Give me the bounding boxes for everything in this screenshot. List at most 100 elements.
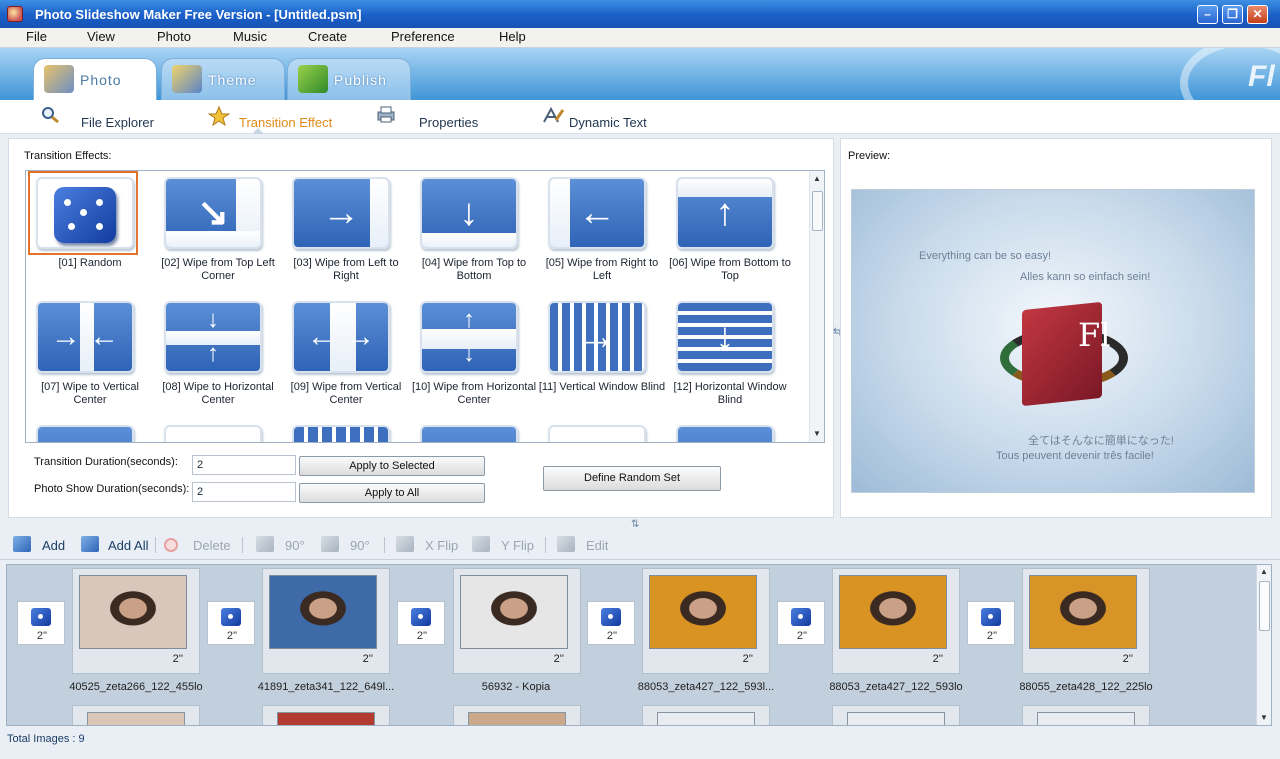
scroll-down-icon[interactable]: ▼ (813, 429, 821, 438)
text-icon (542, 106, 565, 124)
maximize-button[interactable]: ❐ (1222, 5, 1243, 24)
photo-slot-empty[interactable] (832, 705, 960, 725)
add-label: Add (42, 538, 66, 553)
photo-placeholder (657, 712, 755, 725)
arrows-converge-icon: → ← (50, 320, 120, 353)
subtab-properties[interactable]: Properties (376, 106, 496, 130)
star-icon (207, 105, 231, 127)
effects-scrollbar[interactable]: ▲ ▼ (809, 171, 824, 442)
scrollbar-thumb[interactable] (1259, 581, 1270, 631)
arrow-down-icon: ↓ (459, 192, 479, 234)
menu-view[interactable]: View (87, 29, 115, 44)
effect-wipe-from-vertical-center[interactable]: ← → [09] Wipe from Vertical Center (282, 295, 410, 419)
transition-slot[interactable]: 2'' (397, 601, 445, 645)
photo-slot[interactable] (453, 705, 581, 725)
x-flip-button[interactable]: X Flip (396, 535, 462, 555)
dice-icon (54, 187, 116, 243)
menu-music[interactable]: Music (233, 29, 267, 44)
menu-file[interactable]: File (26, 29, 47, 44)
effect-caption: [09] Wipe from Vertical Center (290, 381, 402, 406)
transition-slot[interactable]: 2'' (777, 601, 825, 645)
effect-thumb (420, 425, 518, 442)
effect-wipe-right-left[interactable]: ← [05] Wipe from Right to Left (538, 171, 666, 295)
photo-slot[interactable]: 2'' (642, 568, 770, 674)
photo-duration-input[interactable]: 2 (192, 482, 296, 502)
effect-random[interactable]: [01] Random (26, 171, 154, 295)
close-button[interactable]: ✕ (1247, 5, 1268, 24)
tab-theme[interactable]: Theme (161, 58, 285, 100)
effect-horizontal-blind[interactable]: ↓ [12] Horizontal Window Blind (666, 295, 794, 419)
photo-slot[interactable] (262, 705, 390, 725)
rotate-left-button[interactable]: 90° (256, 535, 312, 555)
tab-publish[interactable]: Publish (287, 58, 411, 100)
effect-caption: [04] Wipe from Top to Bottom (421, 257, 527, 282)
photo-slot[interactable]: 2'' (832, 568, 960, 674)
subtab-dynamic-text[interactable]: Dynamic Text (542, 106, 672, 130)
add-button[interactable]: Add (13, 535, 71, 555)
edit-label: Edit (586, 538, 609, 553)
menu-create[interactable]: Create (308, 29, 347, 44)
add-all-button[interactable]: Add All (81, 535, 153, 555)
minimize-button[interactable]: – (1197, 5, 1218, 24)
effect-wipe-top-bottom[interactable]: ↓ [04] Wipe from Top to Bottom (410, 171, 538, 295)
effect-caption: [07] Wipe to Vertical Center (41, 381, 139, 406)
scroll-down-icon[interactable]: ▼ (1260, 713, 1268, 722)
app-window: Photo Slideshow Maker Free Version - [Un… (0, 0, 1280, 759)
photo-filmstrip: 2'' 2'' 40525_zeta266_122_455lo 2'' 2'' … (6, 564, 1272, 726)
arrow-down-icon: ↓ (715, 316, 735, 358)
scroll-up-icon[interactable]: ▲ (813, 174, 821, 183)
effect-vertical-blind[interactable]: → [11] Vertical Window Blind (538, 295, 666, 419)
apply-to-all-button[interactable]: Apply to All (299, 483, 485, 503)
rotate-right-button[interactable]: 90° (321, 535, 377, 555)
edit-button[interactable]: Edit (557, 535, 613, 555)
delete-button[interactable]: Delete (164, 535, 234, 555)
photo-thumbnail (649, 575, 757, 649)
effect-thumb (676, 425, 774, 442)
transition-slot[interactable]: 2'' (587, 601, 635, 645)
photo-slot[interactable]: 2'' (262, 568, 390, 674)
effect-wipe-vertical-center[interactable]: → ← [07] Wipe to Vertical Center (26, 295, 154, 419)
subtab-transition-effect[interactable]: Transition Effect (207, 105, 358, 130)
y-flip-button[interactable]: Y Flip (472, 535, 538, 555)
effect-partial[interactable] (26, 419, 154, 442)
arrow-right-icon: → (322, 192, 360, 234)
photo-slot[interactable]: 2'' (1022, 568, 1150, 674)
scrollbar-thumb[interactable] (812, 191, 823, 231)
menu-photo[interactable]: Photo (157, 29, 191, 44)
tab-photo[interactable]: Photo (33, 58, 157, 100)
transition-slot[interactable]: 2'' (17, 601, 65, 645)
scroll-up-icon[interactable]: ▲ (1260, 567, 1268, 576)
subtab-file-explorer[interactable]: File Explorer (40, 106, 180, 130)
photo-slot[interactable] (72, 705, 200, 725)
effect-partial[interactable] (410, 419, 538, 442)
photo-slot[interactable]: 2'' (453, 568, 581, 674)
effect-partial[interactable] (154, 419, 282, 442)
photo-slot-empty[interactable] (1022, 705, 1150, 725)
filmstrip-scrollbar[interactable]: ▲ ▼ (1256, 565, 1271, 725)
effect-wipe-from-horizontal-center[interactable]: ↑ ↓ [10] Wipe from Horizontal Center (410, 295, 538, 419)
horizontal-splitter-icon[interactable]: ⇅ (631, 519, 639, 530)
menu-preference[interactable]: Preference (391, 29, 455, 44)
effect-caption: [01] Random (58, 257, 122, 269)
effect-wipe-bottom-top[interactable]: ↑ [06] Wipe from Bottom to Top (666, 171, 794, 295)
status-bar: Total Images : 9 (0, 729, 1280, 759)
effect-thumb (548, 425, 646, 442)
apply-to-selected-button[interactable]: Apply to Selected (299, 456, 485, 476)
effect-partial[interactable] (538, 419, 666, 442)
photo-slot-empty[interactable] (642, 705, 770, 725)
effect-partial[interactable] (666, 419, 794, 442)
rotate-right-label: 90° (350, 538, 370, 553)
photo-slot[interactable]: 2'' (72, 568, 200, 674)
transition-slot[interactable]: 2'' (967, 601, 1015, 645)
photo-icon (44, 65, 74, 93)
define-random-set-button[interactable]: Define Random Set (543, 466, 721, 491)
effect-wipe-top-left[interactable]: ↘ [02] Wipe from Top Left Corner (154, 171, 282, 295)
menu-help[interactable]: Help (499, 29, 526, 44)
photo-filename: 88055_zeta428_122_225lo (1019, 681, 1153, 693)
transition-duration-input[interactable]: 2 (192, 455, 296, 475)
effect-wipe-horizontal-center[interactable]: ↓ ↑ [08] Wipe to Horizontal Center (154, 295, 282, 419)
effect-partial[interactable] (282, 419, 410, 442)
transition-slot[interactable]: 2'' (207, 601, 255, 645)
effect-wipe-left-right[interactable]: → [03] Wipe from Left to Right (282, 171, 410, 295)
effect-thumb: ↓ (420, 177, 518, 249)
